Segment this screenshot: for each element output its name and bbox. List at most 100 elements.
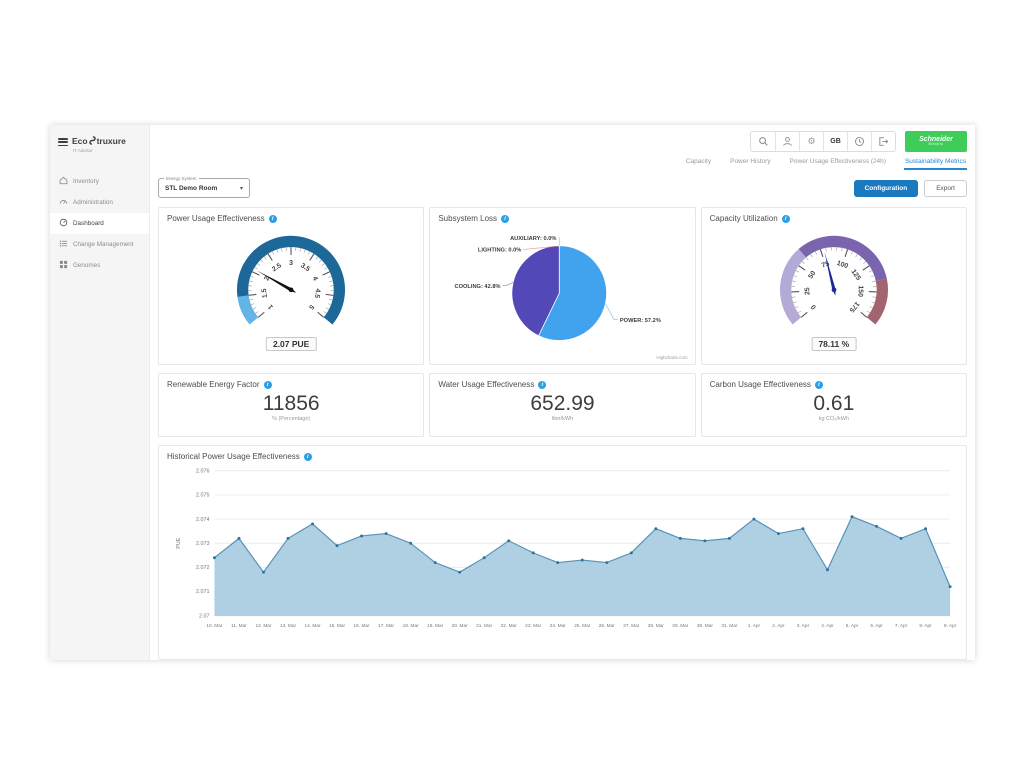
energy-system-select[interactable]: Energy System STL Demo Room ▾	[158, 178, 250, 198]
widgets-row-1: Power Usage Effectiveness i 11.522.533.5…	[158, 207, 967, 365]
svg-text:3. Apr: 3. Apr	[797, 623, 810, 628]
card-title: Water Usage Effectiveness	[438, 380, 534, 389]
highcharts-credit-link[interactable]: Highcharts.com	[656, 355, 687, 360]
svg-text:0: 0	[810, 303, 818, 311]
genomes-icon	[59, 260, 68, 271]
svg-text:21. Mar: 21. Mar	[476, 623, 493, 628]
controls-row: Energy System STL Demo Room ▾ Configurat…	[158, 177, 967, 199]
brand-truxure: truxure	[97, 137, 126, 146]
svg-text:26. Mar: 26. Mar	[599, 623, 616, 628]
sidebar-item-label: Dashboard	[73, 220, 104, 227]
tab-pue-24h[interactable]: Power Usage Effectiveness (24h)	[789, 156, 887, 170]
main-content: ⚙ GB Schneider Electric	[150, 125, 975, 660]
svg-text:2.071: 2.071	[196, 589, 210, 595]
metric-unit: liter/kWh	[438, 416, 686, 422]
energy-system-value: STL Demo Room	[165, 185, 217, 192]
energy-system-label: Energy System	[164, 176, 199, 181]
schneider-electric-logo[interactable]: Schneider Electric	[905, 131, 967, 152]
sidebar-item-dashboard[interactable]: Dashboard	[50, 213, 149, 234]
svg-text:100: 100	[836, 260, 849, 270]
history-clock-icon[interactable]	[847, 132, 871, 151]
inventory-icon	[59, 176, 68, 187]
svg-text:PUE: PUE	[176, 537, 182, 548]
tab-power-history[interactable]: Power History	[729, 156, 771, 170]
svg-text:3: 3	[289, 260, 293, 267]
sidebar-item-genomes[interactable]: Genomes	[50, 255, 149, 276]
svg-text:AUXILIARY: 0.0%: AUXILIARY: 0.0%	[510, 236, 556, 242]
card-historical-pue: Historical Power Usage Effectiveness i 2…	[158, 445, 967, 660]
tab-sustainability-metrics[interactable]: Sustainability Metrics	[904, 156, 967, 170]
svg-text:LIGHTING: 0.0%: LIGHTING: 0.0%	[478, 247, 522, 253]
svg-text:14. Mar: 14. Mar	[304, 623, 321, 628]
svg-text:4: 4	[311, 276, 319, 283]
info-icon[interactable]: i	[538, 381, 546, 389]
svg-text:18. Mar: 18. Mar	[403, 623, 420, 628]
brand-subtitle: IT Advisor	[73, 149, 126, 154]
search-icon[interactable]	[751, 132, 775, 151]
svg-text:2.07: 2.07	[199, 613, 210, 619]
svg-text:24. Mar: 24. Mar	[550, 623, 567, 628]
svg-text:2.076: 2.076	[196, 469, 210, 475]
widgets-row-2: Renewable Energy Factor i 11856 % (Perce…	[158, 373, 967, 437]
svg-text:15. Mar: 15. Mar	[329, 623, 346, 628]
sidebar-item-label: Genomes	[73, 262, 100, 269]
svg-text:6. Apr: 6. Apr	[870, 623, 883, 628]
sidebar-item-inventory[interactable]: Inventory	[50, 171, 149, 192]
svg-text:16. Mar: 16. Mar	[354, 623, 371, 628]
svg-text:125: 125	[849, 268, 861, 282]
historical-pue-area-chart: 2.072.0712.0722.0732.0742.0752.076PUE10.…	[167, 465, 958, 633]
capacity-gauge-chart: 0255075100125150175	[716, 225, 952, 335]
svg-text:20. Mar: 20. Mar	[452, 623, 469, 628]
settings-gear-icon[interactable]: ⚙	[799, 132, 823, 151]
chevron-down-icon: ▾	[240, 185, 243, 192]
sidebar-item-administration[interactable]: Administration	[50, 192, 149, 213]
info-icon[interactable]: i	[269, 215, 277, 223]
svg-text:7. Apr: 7. Apr	[895, 623, 908, 628]
metric-value: 11856	[167, 392, 415, 415]
configuration-button[interactable]: Configuration	[854, 180, 919, 197]
ecostruxure-glyph-icon	[89, 136, 96, 147]
svg-text:5: 5	[307, 303, 315, 311]
tab-capacity[interactable]: Capacity	[685, 156, 712, 170]
svg-text:29. Mar: 29. Mar	[672, 623, 689, 628]
card-carbon-usage-effectiveness: Carbon Usage Effectiveness i 0.61 kg CO₂…	[701, 373, 967, 437]
card-title: Carbon Usage Effectiveness	[710, 380, 811, 389]
card-title: Subsystem Loss	[438, 214, 497, 223]
sidebar: Eco truxure IT Advisor Inventory	[50, 125, 150, 660]
language-toggle[interactable]: GB	[823, 132, 847, 151]
sidebar-item-label: Change Management	[73, 241, 134, 248]
svg-text:28. Mar: 28. Mar	[648, 623, 665, 628]
card-title: Historical Power Usage Effectiveness	[167, 452, 300, 461]
svg-text:11. Mar: 11. Mar	[231, 623, 247, 628]
info-icon[interactable]: i	[782, 215, 790, 223]
brand-wordmark: Eco truxure	[72, 136, 126, 147]
svg-text:2. Apr: 2. Apr	[772, 623, 785, 628]
user-icon[interactable]	[775, 132, 799, 151]
svg-text:1. Apr: 1. Apr	[748, 623, 761, 628]
svg-text:5. Apr: 5. Apr	[846, 623, 859, 628]
top-toolbar: ⚙ GB Schneider Electric	[158, 131, 967, 152]
svg-text:9. Apr: 9. Apr	[944, 623, 957, 628]
svg-text:4. Apr: 4. Apr	[821, 623, 834, 628]
svg-text:10. Mar: 10. Mar	[206, 623, 223, 628]
sidebar-item-label: Administration	[73, 199, 113, 206]
info-icon[interactable]: i	[501, 215, 509, 223]
svg-text:COOLING: 42.8%: COOLING: 42.8%	[455, 284, 501, 290]
metric-value: 652.99	[438, 392, 686, 415]
svg-text:1.5: 1.5	[261, 288, 269, 299]
export-button[interactable]: Export	[924, 180, 967, 197]
logout-icon[interactable]	[871, 132, 895, 151]
svg-text:8. Apr: 8. Apr	[919, 623, 932, 628]
hamburger-menu-icon[interactable]	[58, 136, 68, 148]
svg-text:150: 150	[856, 285, 864, 297]
card-title: Power Usage Effectiveness	[167, 214, 265, 223]
svg-text:30. Mar: 30. Mar	[697, 623, 714, 628]
sidebar-item-change-management[interactable]: Change Management	[50, 234, 149, 255]
card-renewable-energy-factor: Renewable Energy Factor i 11856 % (Perce…	[158, 373, 424, 437]
dashboard-tabs: Capacity Power History Power Usage Effec…	[158, 156, 967, 170]
info-icon[interactable]: i	[264, 381, 272, 389]
info-icon[interactable]: i	[304, 453, 312, 461]
info-icon[interactable]: i	[815, 381, 823, 389]
svg-text:50: 50	[807, 270, 817, 280]
sidebar-item-label: Inventory	[73, 178, 99, 185]
